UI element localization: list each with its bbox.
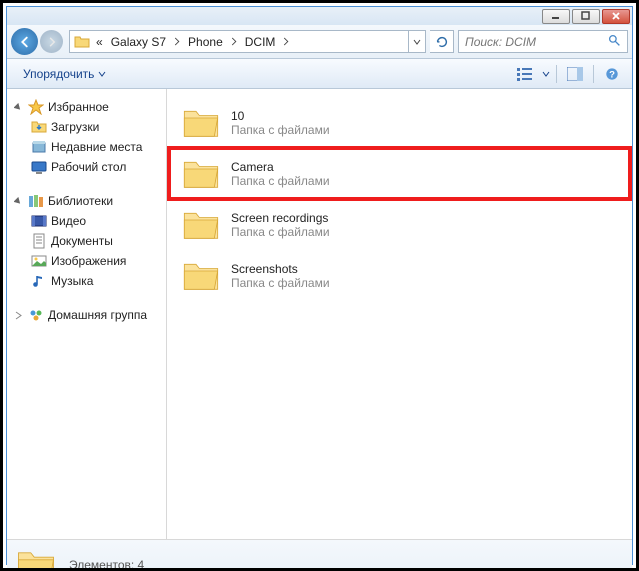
tree-label: Недавние места [51, 140, 142, 154]
explorer-window: « Galaxy S7 Phone DCIM Упорядочить ? [0, 0, 639, 571]
tree-label: Музыка [51, 274, 93, 288]
libraries-icon [28, 193, 44, 209]
back-button[interactable] [11, 28, 38, 55]
breadcrumb-item[interactable]: Phone [184, 31, 227, 52]
tree-label: Библиотеки [48, 194, 113, 208]
address-bar[interactable]: « Galaxy S7 Phone DCIM [69, 30, 426, 53]
command-bar: Упорядочить ? [7, 59, 632, 89]
folder-icon [181, 205, 221, 245]
chevron-right-icon[interactable] [279, 37, 293, 46]
tree-item-recent[interactable]: Недавние места [7, 137, 166, 157]
item-name: 10 [231, 109, 330, 123]
downloads-icon [31, 119, 47, 135]
tree-item-music[interactable]: Музыка [7, 271, 166, 291]
homegroup-icon [28, 307, 44, 323]
view-options-button[interactable] [514, 63, 538, 85]
breadcrumb-item[interactable]: Galaxy S7 [107, 31, 170, 52]
window-controls [542, 9, 630, 24]
documents-icon [31, 233, 47, 249]
forward-button[interactable] [40, 30, 63, 53]
tree-label: Документы [51, 234, 113, 248]
chevron-right-icon[interactable] [227, 37, 241, 46]
search-box[interactable] [458, 30, 628, 53]
tree-label: Видео [51, 214, 86, 228]
favorites-icon [28, 99, 44, 115]
navigation-pane[interactable]: Избранное Загрузки Недавние места Рабочи… [7, 89, 167, 539]
navigation-bar: « Galaxy S7 Phone DCIM [7, 25, 632, 59]
expand-icon[interactable] [13, 310, 24, 321]
folder-item[interactable]: 10Папка с файлами [171, 99, 628, 146]
item-text: 10Папка с файлами [231, 109, 330, 137]
tree-header-libraries[interactable]: Библиотеки [7, 191, 166, 211]
folder-item[interactable]: Screen recordingsПапка с файлами [171, 201, 628, 248]
item-text: ScreenshotsПапка с файлами [231, 262, 330, 290]
minimize-button[interactable] [542, 9, 570, 24]
toolbar-right: ? [514, 63, 624, 85]
status-text: Элементов: 4 [69, 558, 144, 571]
help-button[interactable]: ? [600, 63, 624, 85]
organize-label: Упорядочить [23, 67, 94, 81]
breadcrumb-prefix[interactable]: « [92, 31, 107, 52]
titlebar[interactable] [7, 7, 632, 25]
item-text: CameraПапка с файлами [231, 160, 330, 188]
tree-item-documents[interactable]: Документы [7, 231, 166, 251]
item-text: Screen recordingsПапка с файлами [231, 211, 330, 239]
tree-label: Домашняя группа [48, 308, 147, 322]
folder-icon [70, 34, 92, 50]
desktop-icon [31, 159, 47, 175]
tree-item-downloads[interactable]: Загрузки [7, 117, 166, 137]
folder-icon [181, 103, 221, 143]
items-view[interactable]: 10Папка с файламиCameraПапка с файламиSc… [167, 89, 632, 539]
item-name: Screenshots [231, 262, 330, 276]
tree-header-homegroup[interactable]: Домашняя группа [7, 305, 166, 325]
item-name: Screen recordings [231, 211, 330, 225]
collapse-icon[interactable] [13, 196, 24, 207]
chevron-right-icon[interactable] [170, 37, 184, 46]
preview-pane-button[interactable] [563, 63, 587, 85]
svg-text:?: ? [609, 69, 615, 80]
pictures-icon [31, 253, 47, 269]
folder-thumbnail [15, 544, 57, 571]
tree-group-favorites: Избранное Загрузки Недавние места Рабочи… [7, 97, 166, 177]
music-icon [31, 273, 47, 289]
item-type: Папка с файлами [231, 276, 330, 290]
window-frame: « Galaxy S7 Phone DCIM Упорядочить ? [6, 6, 633, 565]
tree-label: Избранное [48, 100, 109, 114]
tree-label: Загрузки [51, 120, 99, 134]
folder-icon [181, 154, 221, 194]
collapse-icon[interactable] [13, 102, 24, 113]
tree-label: Рабочий стол [51, 160, 126, 174]
close-button[interactable] [602, 9, 630, 24]
maximize-button[interactable] [572, 9, 600, 24]
folder-item[interactable]: CameraПапка с файлами [171, 150, 628, 197]
breadcrumb-item[interactable]: DCIM [241, 31, 280, 52]
search-input[interactable] [465, 35, 604, 49]
refresh-button[interactable] [430, 30, 454, 53]
organize-button[interactable]: Упорядочить [15, 63, 114, 85]
body: Избранное Загрузки Недавние места Рабочи… [7, 89, 632, 539]
separator [593, 65, 594, 83]
chevron-down-icon [98, 70, 106, 78]
recent-icon [31, 139, 47, 155]
chevron-down-icon[interactable] [542, 70, 550, 78]
videos-icon [31, 213, 47, 229]
tree-item-desktop[interactable]: Рабочий стол [7, 157, 166, 177]
tree-header-favorites[interactable]: Избранное [7, 97, 166, 117]
item-type: Папка с файлами [231, 123, 330, 137]
separator [556, 65, 557, 83]
tree-group-libraries: Библиотеки Видео Документы Изображения М… [7, 191, 166, 291]
tree-label: Изображения [51, 254, 126, 268]
tree-item-videos[interactable]: Видео [7, 211, 166, 231]
search-icon [608, 34, 621, 50]
address-dropdown[interactable] [408, 31, 425, 52]
details-pane: Элементов: 4 [7, 539, 632, 571]
tree-group-homegroup: Домашняя группа [7, 305, 166, 325]
folder-icon [181, 256, 221, 296]
folder-item[interactable]: ScreenshotsПапка с файлами [171, 252, 628, 299]
item-name: Camera [231, 160, 330, 174]
item-type: Папка с файлами [231, 174, 330, 188]
item-type: Папка с файлами [231, 225, 330, 239]
tree-item-pictures[interactable]: Изображения [7, 251, 166, 271]
